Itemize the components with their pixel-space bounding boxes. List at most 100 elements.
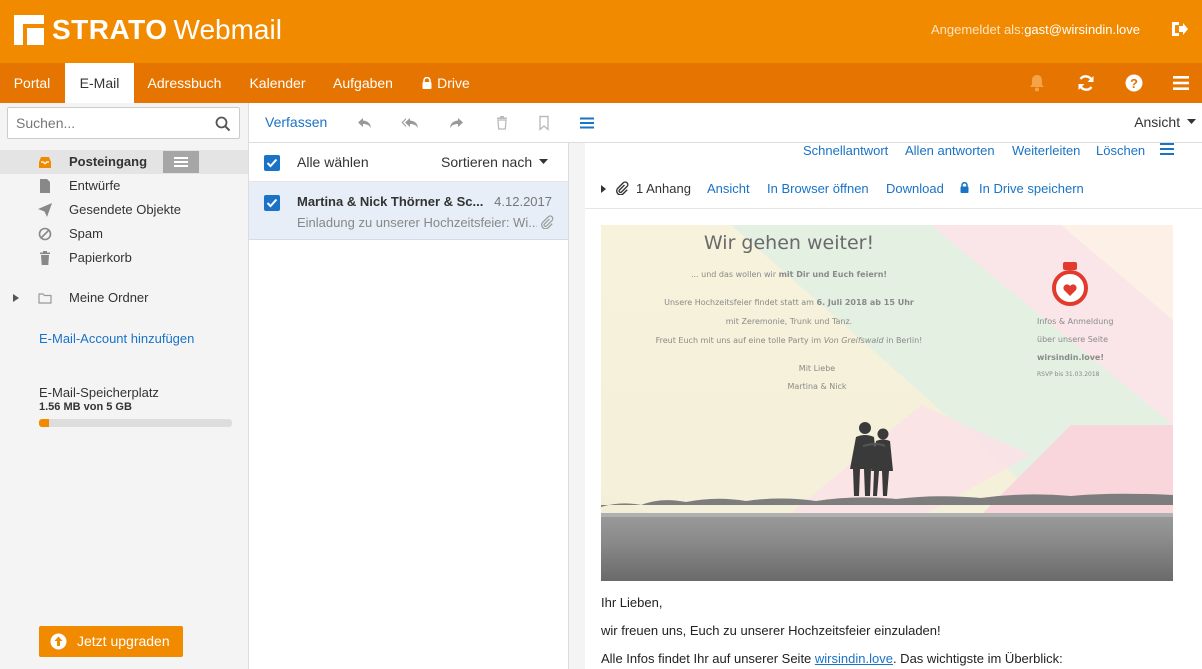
- upgrade-button[interactable]: Jetzt upgraden: [39, 626, 183, 657]
- list-menu-icon[interactable]: [578, 114, 596, 132]
- reply-icon[interactable]: [356, 114, 374, 132]
- logout-icon[interactable]: [1170, 20, 1188, 38]
- menu-icon[interactable]: [1171, 73, 1191, 93]
- upgrade-arrow-icon: [50, 633, 67, 650]
- nav-portal[interactable]: Portal: [0, 63, 64, 103]
- select-all-checkbox[interactable]: [264, 155, 280, 171]
- nav-adressbuch[interactable]: Adressbuch: [137, 63, 232, 103]
- user-email: gast@wirsindin.love: [1024, 22, 1140, 37]
- message-view: Schnellantwort Allen antworten Weiterlei…: [585, 143, 1202, 669]
- delete-link[interactable]: Löschen: [1096, 143, 1145, 158]
- send-icon: [38, 203, 52, 217]
- search-icon[interactable]: [215, 116, 231, 132]
- folder-entwuerfe[interactable]: Entwürfe: [0, 174, 248, 198]
- add-account-link[interactable]: E-Mail-Account hinzufügen: [39, 331, 194, 346]
- invitation-side-1: Infos & Anmeldung: [1037, 317, 1114, 326]
- folder-label: Gesendete Objekte: [69, 202, 182, 217]
- nav-kalender[interactable]: Kalender: [240, 63, 315, 103]
- forward-icon[interactable]: [447, 114, 465, 132]
- invitation-side-2: über unsere Seite: [1037, 335, 1108, 344]
- mail-subject: Einladung zu unserer Hochzeitsfeier: Wi.…: [297, 215, 537, 230]
- strato-logo-icon: [14, 15, 44, 45]
- view-dropdown[interactable]: Ansicht: [1134, 114, 1196, 130]
- invitation-closing: Mit Liebe: [798, 364, 836, 373]
- svg-text:?: ?: [1130, 76, 1138, 91]
- mail-list: Alle wählen Sortieren nach Martina & Nic…: [249, 143, 569, 669]
- website-link[interactable]: wirsindin.love: [815, 651, 893, 666]
- folder-label: Papierkorb: [69, 250, 132, 265]
- nav-drive-label: Drive: [437, 75, 470, 91]
- invitation-line-3: mit Zeremonie, Trunk und Tanz.: [725, 317, 853, 326]
- header-bar: STRATO Webmail Angemeldet als:gast@wirsi…: [0, 0, 1202, 63]
- folder-posteingang[interactable]: Posteingang: [0, 150, 248, 174]
- spam-icon: [38, 227, 52, 241]
- mail-date: 4.12.2017: [494, 194, 552, 209]
- invitation-text: in Berlin!: [883, 336, 923, 345]
- body-line-1: wir freuen uns, Euch zu unserer Hochzeit…: [601, 623, 941, 638]
- attachment-view-link[interactable]: Ansicht: [707, 181, 750, 196]
- strato-logo[interactable]: STRATO Webmail: [14, 14, 282, 46]
- paperclip-icon: [541, 215, 554, 229]
- folder-label: Entwürfe: [69, 178, 121, 193]
- product-name: Webmail: [173, 14, 282, 45]
- body-greeting: Ihr Lieben,: [601, 595, 663, 610]
- refresh-icon[interactable]: [1076, 73, 1096, 93]
- nav-aufgaben[interactable]: Aufgaben: [325, 63, 401, 103]
- storage-bar-fill: [39, 419, 49, 427]
- body-line-2: Alle Infos findet Ihr auf unserer Seite …: [601, 651, 1063, 666]
- invitation-line-2: Unsere Hochzeitsfeier findet statt am 6.…: [601, 298, 977, 307]
- body-text: Alle Infos findet Ihr auf unserer Seite: [601, 651, 815, 666]
- mail-list-item[interactable]: Martina & Nick Thörner & Sc... 4.12.2017…: [249, 182, 568, 240]
- nav-email[interactable]: E-Mail: [65, 63, 134, 103]
- folder-label: Spam: [69, 226, 103, 241]
- folder-spam[interactable]: Spam: [0, 222, 248, 246]
- folder-label: Posteingang: [69, 154, 148, 169]
- search-input[interactable]: [8, 108, 198, 138]
- open-in-browser-link[interactable]: In Browser öffnen: [767, 181, 869, 196]
- folder-icon: [38, 293, 52, 304]
- help-icon[interactable]: ?: [1124, 73, 1144, 93]
- quick-reply-link[interactable]: Schnellantwort: [803, 143, 888, 158]
- brand-name: STRATO: [52, 14, 168, 45]
- folder-gesendet[interactable]: Gesendete Objekte: [0, 198, 248, 222]
- compose-button[interactable]: Verfassen: [265, 114, 327, 130]
- inbox-icon: [39, 157, 51, 168]
- invitation-text-bold: mit Dir und Euch feiern!: [778, 270, 888, 279]
- bookmark-icon[interactable]: [535, 114, 553, 132]
- lock-icon: [960, 182, 969, 193]
- save-to-drive-link[interactable]: In Drive speichern: [979, 181, 1084, 196]
- bell-icon[interactable]: [1027, 73, 1047, 93]
- view-label: Ansicht: [1134, 114, 1181, 130]
- reply-all-icon[interactable]: [401, 114, 419, 132]
- document-icon: [40, 179, 50, 193]
- mail-checkbox[interactable]: [264, 195, 280, 211]
- folder-meine-ordner[interactable]: Meine Ordner: [0, 286, 248, 310]
- storage-value: 1.56 MB von 5 GB: [39, 401, 132, 413]
- expand-arrow-icon[interactable]: [13, 294, 19, 302]
- invitation-headline: Wir gehen weiter!: [703, 232, 875, 254]
- download-link[interactable]: Download: [886, 181, 944, 196]
- storage-label: E-Mail-Speicherplatz: [39, 385, 159, 400]
- invitation-line-1: ... und das wollen wir mit Dir und Euch …: [601, 270, 977, 279]
- nav-drive[interactable]: Drive: [412, 63, 480, 103]
- sort-dropdown[interactable]: Sortieren nach: [441, 154, 548, 170]
- message-menu-icon[interactable]: [1160, 143, 1174, 155]
- upgrade-label: Jetzt upgraden: [77, 633, 170, 649]
- expand-arrow-icon[interactable]: [601, 185, 606, 193]
- invitation-text-italic: Von Greifswald: [823, 336, 884, 345]
- invitation-line-4: Freut Euch mit uns auf eine tolle Party …: [601, 336, 977, 345]
- folder-menu-button[interactable]: [163, 151, 199, 173]
- invitation-text: Unsere Hochzeitsfeier findet statt am: [664, 298, 817, 307]
- delete-icon[interactable]: [493, 114, 511, 132]
- reply-all-link[interactable]: Allen antworten: [905, 143, 995, 158]
- invitation-image: Wir gehen weiter! ... und das wollen wir…: [601, 225, 1173, 581]
- folder-papierkorb[interactable]: Papierkorb: [0, 246, 248, 270]
- sort-label: Sortieren nach: [441, 154, 533, 170]
- select-all-label: Alle wählen: [297, 154, 369, 170]
- trash-icon: [40, 251, 50, 265]
- invitation-side-3: wirsindin.love!: [1037, 353, 1105, 362]
- chevron-down-icon: [1187, 119, 1196, 124]
- forward-link[interactable]: Weiterleiten: [1012, 143, 1080, 158]
- body-text: . Das wichtigste im Überblick:: [892, 651, 1063, 666]
- invitation-side-4: RSVP bis 31.03.2018: [1037, 371, 1100, 378]
